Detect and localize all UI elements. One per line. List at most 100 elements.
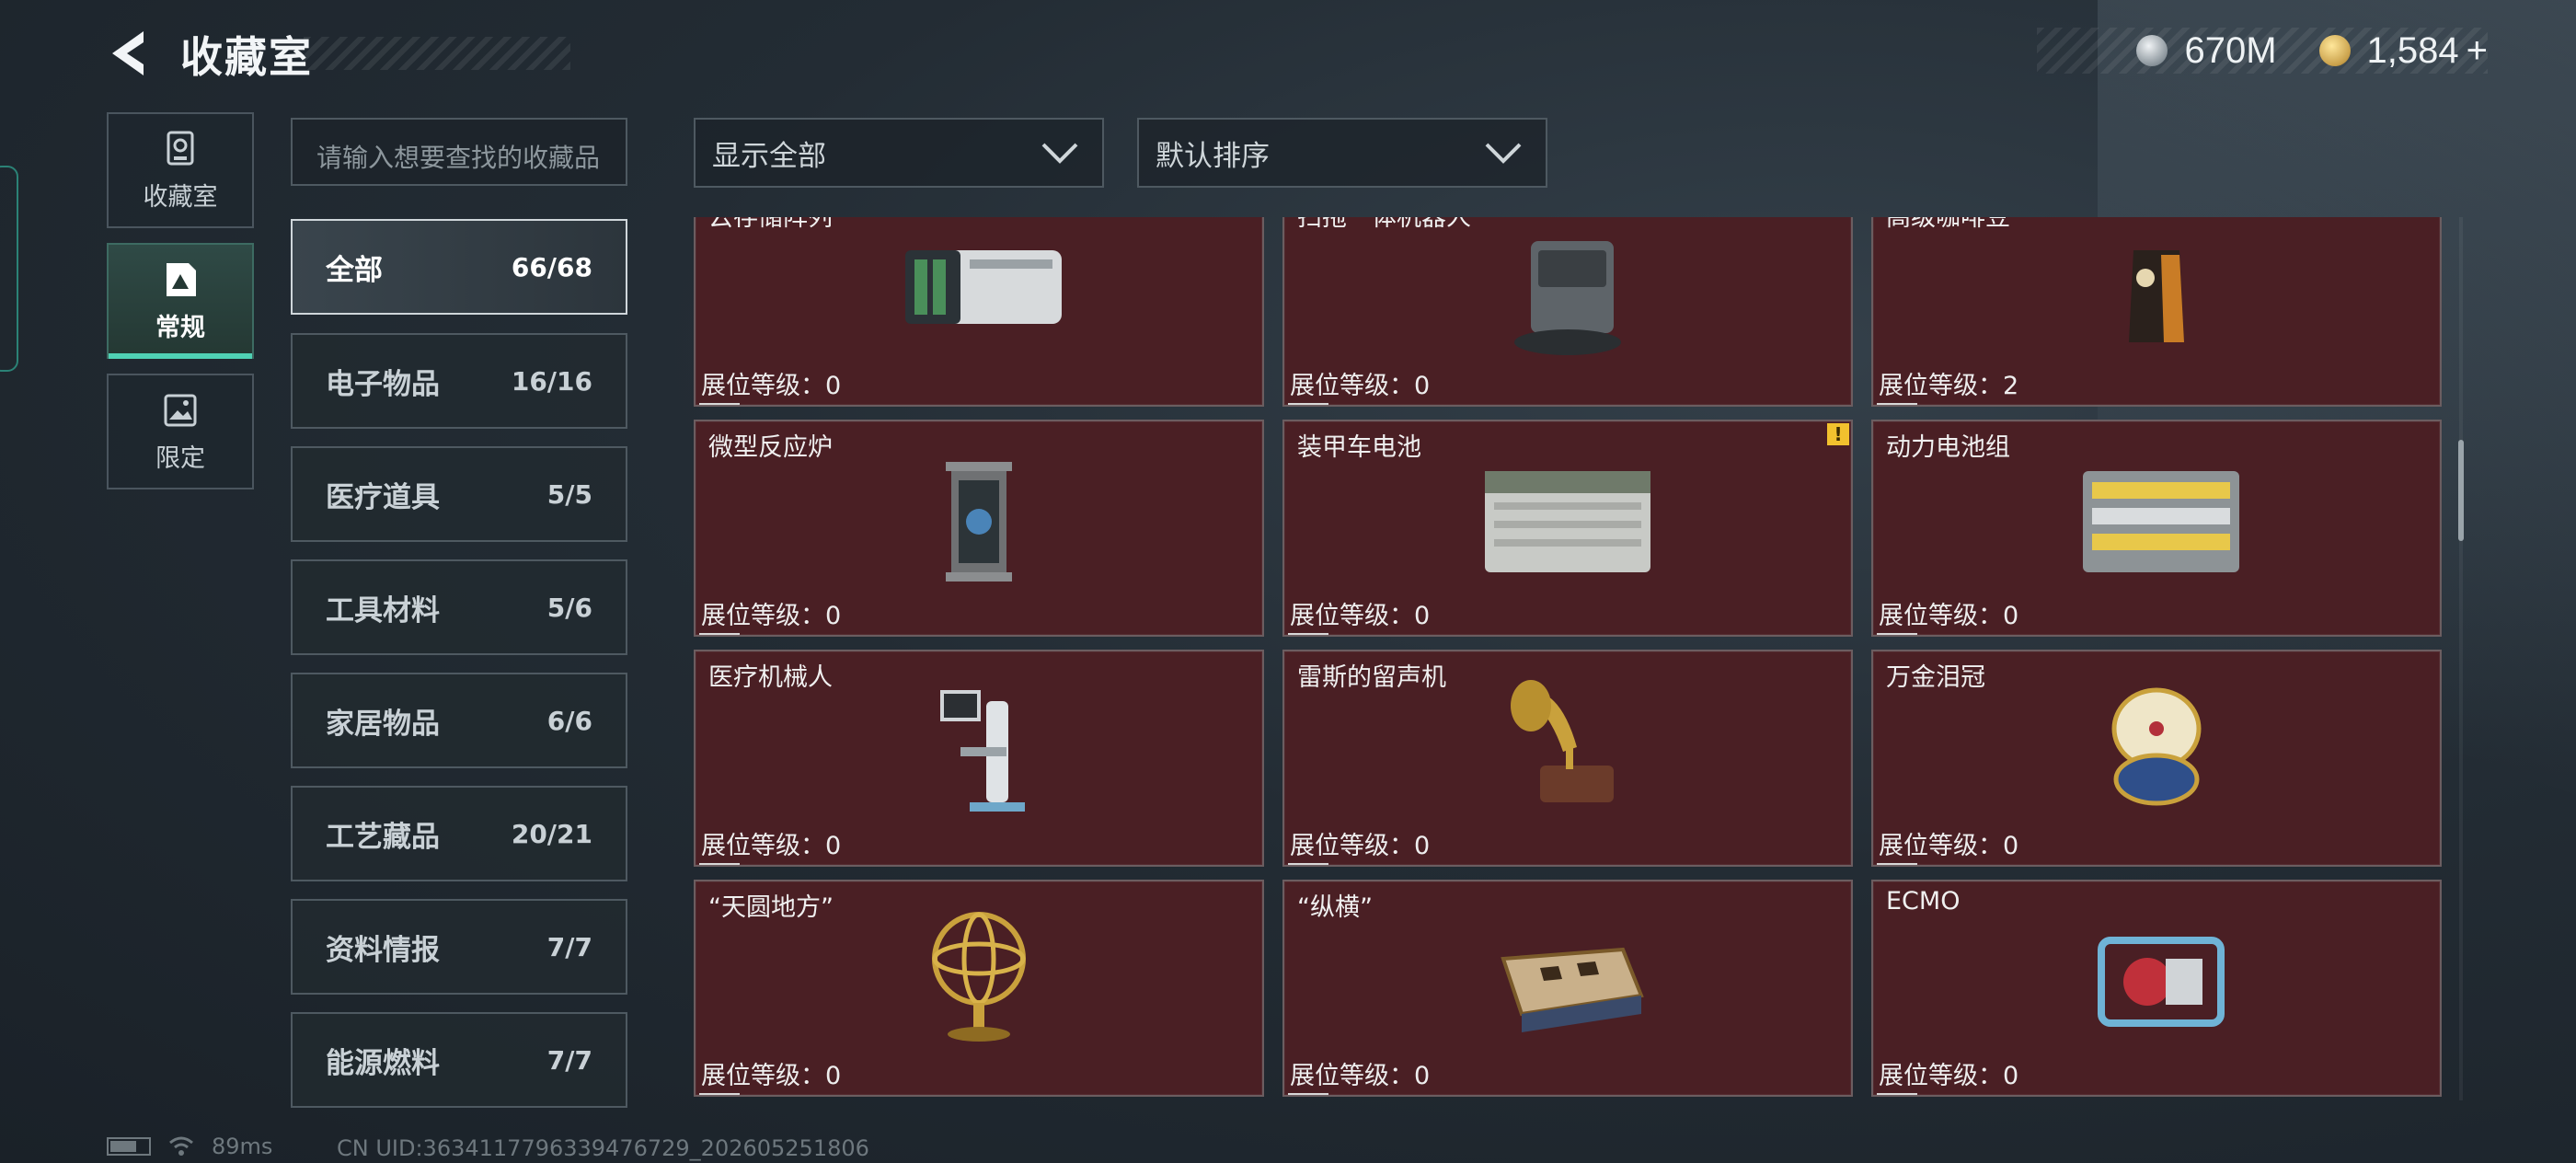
robot-vacuum-icon (1514, 241, 1621, 355)
category-name: 能源燃料 (326, 1046, 440, 1080)
sort-value: 默认排序 (1156, 139, 1270, 173)
card-rank: 展位等级：2 (1879, 372, 2019, 400)
scroll-track[interactable] (2459, 217, 2463, 1100)
user-uid: CN UID:3634117796339476729_202605251806 (337, 1135, 869, 1161)
chess-box-icon (1501, 947, 1644, 1032)
category-all[interactable]: 全部 66/68 (291, 219, 627, 315)
collection-card[interactable]: “天圆地方” 展位等级：0 (694, 880, 1264, 1097)
jeweled-egg-icon (2111, 687, 2202, 806)
currency-bar: 670M 1,584 + (2037, 28, 2488, 74)
category-name: 资料情报 (326, 933, 440, 967)
collection-card[interactable]: 动力电池组 展位等级：0 (1871, 420, 2442, 637)
collection-card[interactable]: “纵横” 展位等级：0 (1282, 880, 1853, 1097)
category-medical[interactable]: 医疗道具 5/5 (291, 446, 627, 542)
coffee-bag-icon (2129, 250, 2184, 342)
category-intel[interactable]: 资料情报 7/7 (291, 899, 627, 995)
card-name: 微型反应炉 (708, 433, 833, 462)
category-name: 工艺藏品 (326, 820, 440, 854)
card-rank: 展位等级：0 (701, 832, 842, 860)
ping-value: 89ms (212, 1134, 273, 1159)
category-count: 5/6 (546, 592, 592, 623)
category-tools[interactable]: 工具材料 5/6 (291, 559, 627, 655)
reactor-icon (946, 462, 1012, 582)
nav-label: 限定 (155, 443, 205, 473)
gold-coin-icon (2318, 35, 2351, 66)
collection-card[interactable]: 高级咖啡豆 展位等级：2 (1871, 217, 2442, 407)
chevron-down-icon (1041, 143, 1078, 164)
document-icon (167, 262, 196, 296)
category-count: 20/21 (511, 818, 592, 849)
collection-card[interactable]: 装甲车电池 ! 展位等级：0 (1282, 420, 1853, 637)
category-count: 16/16 (511, 365, 592, 397)
battery-pack-icon (2083, 471, 2239, 572)
edge-pull-tab[interactable] (0, 166, 18, 372)
nav-tab-limited[interactable]: 限定 (107, 374, 254, 489)
card-name: 医疗机械人 (708, 663, 833, 692)
category-count: 6/6 (546, 705, 592, 736)
collection-card[interactable]: ECMO 展位等级：0 (1871, 880, 2442, 1097)
card-rank: 展位等级：0 (1290, 1062, 1431, 1090)
chevron-down-icon (1485, 143, 1522, 164)
category-count: 7/7 (546, 931, 592, 962)
category-crafts[interactable]: 工艺藏品 20/21 (291, 786, 627, 881)
card-name: 动力电池组 (1886, 433, 2010, 462)
card-name: 扫拖一体机器人 (1297, 217, 1471, 232)
collection-card[interactable]: 医疗机械人 展位等级：0 (694, 650, 1264, 867)
card-rank: 展位等级：0 (701, 1062, 842, 1090)
card-name: 高级咖啡豆 (1886, 217, 2010, 232)
card-name: 云存储阵列 (708, 217, 833, 232)
category-name: 家居物品 (326, 707, 440, 741)
gold-amount: 1,584 (2366, 29, 2459, 71)
collection-card[interactable]: 雷斯的留声机 展位等级：0 (1282, 650, 1853, 867)
back-button[interactable] (103, 26, 158, 81)
category-electronics[interactable]: 电子物品 16/16 (291, 333, 627, 429)
active-underline (109, 353, 252, 359)
scrollbar-thumb[interactable] (2458, 440, 2464, 541)
category-household[interactable]: 家居物品 6/6 (291, 673, 627, 768)
search-input[interactable]: 请输入想要查找的收藏品 (291, 118, 627, 186)
card-name: 雷斯的留声机 (1297, 663, 1446, 692)
card-name: ECMO (1886, 887, 1961, 915)
card-rank: 展位等级：0 (1290, 832, 1431, 860)
wifi-icon (169, 1136, 193, 1156)
card-rank: 展位等级：0 (1879, 602, 2019, 630)
category-energy[interactable]: 能源燃料 7/7 (291, 1012, 627, 1108)
card-name: 万金泪冠 (1886, 663, 1985, 692)
page-title: 收藏室 (180, 32, 313, 82)
card-name: 装甲车电池 (1297, 433, 1421, 462)
battery-icon (107, 1137, 151, 1156)
category-name: 全部 (326, 253, 383, 287)
server-array-icon (905, 250, 1062, 324)
sort-dropdown[interactable]: 默认排序 (1137, 118, 1547, 188)
display-filter-dropdown[interactable]: 显示全部 (694, 118, 1104, 188)
category-name: 电子物品 (326, 367, 440, 401)
nav-label: 收藏室 (143, 182, 218, 212)
nav-tab-regular[interactable]: 常规 (107, 243, 254, 359)
medical-robot-icon (940, 690, 1025, 812)
title-stripe (304, 37, 570, 70)
display-filter-value: 显示全部 (712, 139, 826, 173)
nav-tab-collection[interactable]: 收藏室 (107, 112, 254, 228)
add-currency-button[interactable]: + (2467, 30, 2488, 72)
collection-card[interactable]: 微型反应炉 展位等级：0 (694, 420, 1264, 637)
category-count: 66/68 (511, 251, 592, 282)
card-rank: 展位等级：0 (1879, 1062, 2019, 1090)
chevron-left-icon (112, 31, 144, 75)
trophy-icon (167, 131, 194, 165)
collection-card[interactable]: 云存储阵列 展位等级：0 (694, 217, 1264, 407)
armillary-sphere-icon (932, 912, 1026, 1042)
collection-grid[interactable]: 云存储阵列 展位等级：0 扫拖一体机器人 展位等级：0 高级咖啡豆 展位等级：2… (692, 217, 2449, 1100)
card-rank: 展位等级：0 (1290, 372, 1431, 400)
collection-card[interactable]: 扫拖一体机器人 展位等级：0 (1282, 217, 1853, 407)
card-rank: 展位等级：0 (1879, 832, 2019, 860)
category-name: 医疗道具 (326, 480, 440, 514)
category-count: 7/7 (546, 1044, 592, 1076)
gramophone-icon (1511, 680, 1614, 802)
collection-card[interactable]: 万金泪冠 展位等级：0 (1871, 650, 2442, 867)
card-rank: 展位等级：0 (701, 602, 842, 630)
car-battery-icon (1485, 471, 1650, 572)
category-name: 工具材料 (326, 593, 440, 628)
ecmo-machine-icon (2098, 937, 2225, 1027)
card-name: “纵横” (1297, 893, 1373, 922)
card-rank: 展位等级：0 (701, 372, 842, 400)
